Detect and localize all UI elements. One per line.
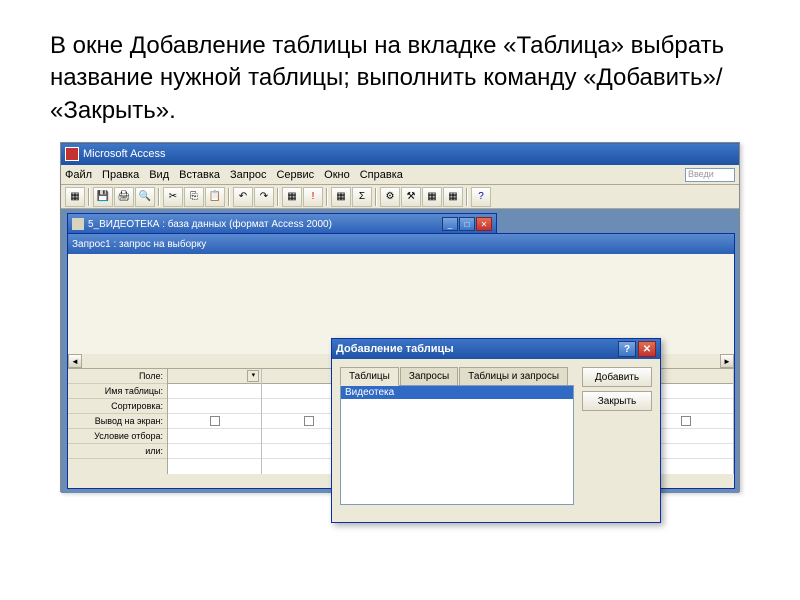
properties-button[interactable]: ⚙: [380, 187, 400, 207]
db-close-button[interactable]: ✕: [476, 217, 492, 231]
db-window-button[interactable]: ▦: [422, 187, 442, 207]
db-window-title: 5_ВИДЕОТЕКА : база данных (формат Access…: [88, 219, 332, 230]
menubar: Файл Правка Вид Вставка Запрос Сервис Ок…: [61, 165, 739, 185]
dialog-titlebar[interactable]: Добавление таблицы ? ✕: [332, 339, 660, 359]
show-checkbox-6[interactable]: [681, 416, 691, 426]
show-checkbox-2[interactable]: [304, 416, 314, 426]
add-button[interactable]: Добавить: [582, 367, 652, 387]
build-button[interactable]: ⚒: [401, 187, 421, 207]
db-maximize-button[interactable]: □: [459, 217, 475, 231]
menu-file[interactable]: Файл: [65, 169, 92, 181]
database-window[interactable]: 5_ВИДЕОТЕКА : база данных (формат Access…: [67, 213, 497, 235]
list-item-videoteka[interactable]: Видеотека: [341, 386, 573, 399]
show-checkbox-1[interactable]: [210, 416, 220, 426]
cut-button[interactable]: ✂: [163, 187, 183, 207]
save-button[interactable]: 💾: [93, 187, 113, 207]
menu-help[interactable]: Справка: [360, 169, 403, 181]
query-type-button[interactable]: ▦: [282, 187, 302, 207]
label-criteria: Условие отбора:: [68, 429, 167, 444]
close-button[interactable]: Закрыть: [582, 391, 652, 411]
db-minimize-button[interactable]: _: [442, 217, 458, 231]
label-sort: Сортировка:: [68, 399, 167, 414]
new-object-button[interactable]: ▦: [443, 187, 463, 207]
menu-tools[interactable]: Сервис: [276, 169, 314, 181]
grid-column-1[interactable]: ▾: [168, 369, 262, 474]
dialog-tabs: Таблицы Запросы Таблицы и запросы: [340, 367, 574, 385]
app-title: Microsoft Access: [83, 148, 166, 160]
menu-query[interactable]: Запрос: [230, 169, 266, 181]
dialog-title: Добавление таблицы: [336, 343, 454, 355]
undo-button[interactable]: ↶: [233, 187, 253, 207]
dialog-help-button[interactable]: ?: [618, 341, 636, 357]
db-window-titlebar[interactable]: 5_ВИДЕОТЕКА : база данных (формат Access…: [68, 214, 496, 234]
menu-window[interactable]: Окно: [324, 169, 350, 181]
help-button[interactable]: ?: [471, 187, 491, 207]
dialog-close-button[interactable]: ✕: [638, 341, 656, 357]
view-button[interactable]: ▦: [65, 187, 85, 207]
redo-button[interactable]: ↷: [254, 187, 274, 207]
tab-tables[interactable]: Таблицы: [340, 367, 399, 386]
slide-instruction-text: В окне Добавление таблицы на вкладке «Та…: [0, 0, 800, 142]
app-titlebar: Microsoft Access: [61, 143, 739, 165]
query-window-titlebar[interactable]: Запрос1 : запрос на выборку: [68, 234, 734, 254]
scroll-left-icon[interactable]: ◄: [68, 354, 82, 368]
help-search-input[interactable]: Введи: [685, 168, 735, 182]
print-button[interactable]: 🖨: [114, 187, 134, 207]
grid-row-labels: Поле: Имя таблицы: Сортировка: Вывод на …: [68, 369, 168, 474]
scroll-right-icon[interactable]: ►: [720, 354, 734, 368]
label-table: Имя таблицы:: [68, 384, 167, 399]
run-button[interactable]: !: [303, 187, 323, 207]
add-table-dialog[interactable]: Добавление таблицы ? ✕ Таблицы Запросы Т…: [331, 338, 661, 523]
totals-button[interactable]: Σ: [352, 187, 372, 207]
label-or: или:: [68, 444, 167, 459]
query-window-title: Запрос1 : запрос на выборку: [72, 239, 206, 250]
copy-button[interactable]: ⎘: [184, 187, 204, 207]
label-show: Вывод на экран:: [68, 414, 167, 429]
tables-listbox[interactable]: Видеотека: [340, 385, 574, 505]
db-window-icon: [72, 218, 84, 230]
access-app-icon: [65, 147, 79, 161]
label-field: Поле:: [68, 369, 167, 384]
menu-view[interactable]: Вид: [149, 169, 169, 181]
paste-button[interactable]: 📋: [205, 187, 225, 207]
standard-toolbar: ▦ 💾 🖨 🔍 ✂ ⎘ 📋 ↶ ↷ ▦ ! ▦ Σ ⚙ ⚒ ▦ ▦ ?: [61, 185, 739, 209]
preview-button[interactable]: 🔍: [135, 187, 155, 207]
menu-edit[interactable]: Правка: [102, 169, 139, 181]
tab-both[interactable]: Таблицы и запросы: [459, 367, 568, 385]
menu-insert[interactable]: Вставка: [179, 169, 220, 181]
show-table-button[interactable]: ▦: [331, 187, 351, 207]
field-dropdown-icon[interactable]: ▾: [247, 370, 259, 382]
tab-queries[interactable]: Запросы: [400, 367, 458, 385]
access-screenshot: Microsoft Access Файл Правка Вид Вставка…: [60, 142, 740, 492]
